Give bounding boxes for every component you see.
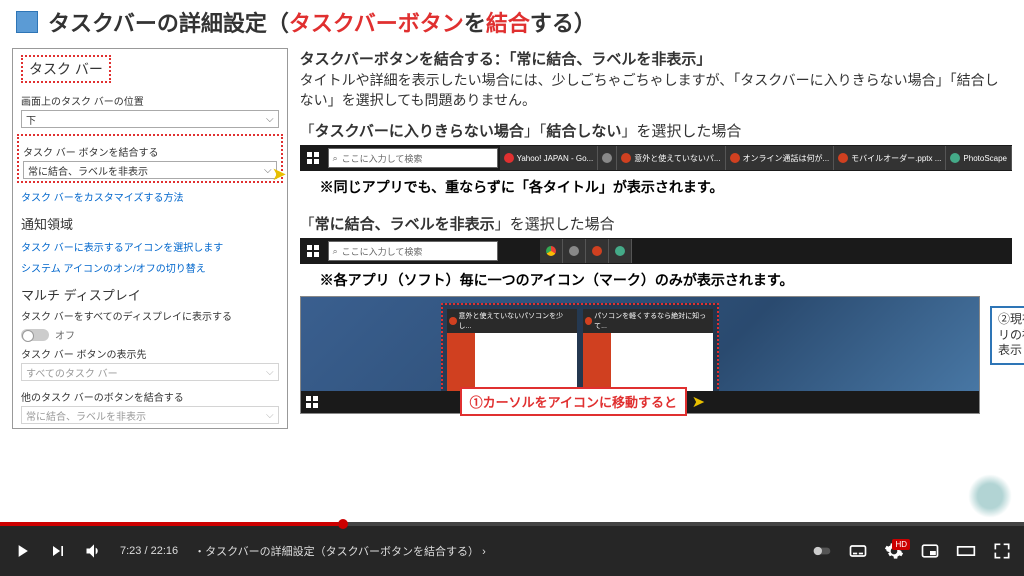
channel-watermark[interactable] bbox=[968, 474, 1012, 518]
header-bullet-icon bbox=[16, 11, 38, 33]
app-icon bbox=[504, 153, 514, 163]
app-icon bbox=[602, 153, 612, 163]
panel-title: タスク バー bbox=[29, 59, 103, 79]
next-button[interactable] bbox=[48, 541, 68, 561]
app-icon bbox=[569, 246, 579, 256]
miniplayer-button[interactable] bbox=[920, 541, 940, 561]
autoplay-toggle[interactable] bbox=[812, 541, 832, 561]
thumb-title: パソコンを軽くするなら絶対に知って... bbox=[583, 309, 713, 333]
taskbar-icon-only[interactable] bbox=[609, 239, 632, 263]
video-player-bar: 7:23 / 22:16 ・タスクバーの詳細設定（タスクバーボタンを結合する） … bbox=[0, 522, 1024, 576]
explanation-content: タスクバーボタンを結合する：「常に結合、ラベルを非表示」 タイトルや詳細を表示し… bbox=[300, 48, 1012, 429]
volume-button[interactable] bbox=[84, 541, 104, 561]
chapter-title[interactable]: ・タスクバーの詳細設定（タスクバーボタンを結合する） › bbox=[194, 543, 486, 559]
taskbar-item[interactable]: Yahoo! JAPAN - Go... bbox=[500, 146, 599, 170]
cursor-icon: ➤ bbox=[272, 164, 287, 185]
position-label: 画面上のタスク バーの位置 bbox=[21, 93, 279, 108]
taskbar-search[interactable]: ⌕ここに入力して検索 bbox=[328, 148, 498, 168]
play-button[interactable] bbox=[12, 541, 32, 561]
other-combine-label: 他のタスク バーのボタンを結合する bbox=[21, 389, 279, 404]
progress-bar[interactable] bbox=[0, 522, 1024, 526]
captions-button[interactable] bbox=[848, 541, 868, 561]
taskbar-item[interactable]: モバイルオーダー.pptx ... bbox=[834, 146, 946, 170]
slide-header: タスクバーの詳細設定（タスクバーボタンを結合する） bbox=[0, 0, 1024, 44]
search-icon: ⌕ bbox=[333, 246, 338, 257]
notif-icons-link[interactable]: タスク バーに表示するアイコンを選択します bbox=[21, 239, 279, 254]
other-combine-dropdown[interactable]: 常に結合、ラベルを非表示 bbox=[21, 406, 279, 424]
system-icons-link[interactable]: システム アイコンのオン/オフの切り替え bbox=[21, 260, 279, 275]
taskbar-example-combined: ⌕ここに入力して検索 bbox=[300, 238, 1012, 264]
display-pref-label: タスク バー ボタンの表示先 bbox=[21, 346, 279, 361]
combine-dropdown[interactable]: 常に結合、ラベルを非表示 bbox=[23, 161, 277, 179]
multi-toggle-row: オフ bbox=[21, 327, 279, 342]
start-button[interactable] bbox=[301, 391, 323, 413]
note-1: ※同じアプリでも、重ならずに「各タイトル」が表示されます。 bbox=[320, 177, 1012, 197]
taskbar-item[interactable]: 意外と使えていないパ... bbox=[617, 146, 725, 170]
theater-button[interactable] bbox=[956, 541, 976, 561]
panel-title-highlight: タスク バー bbox=[21, 55, 111, 83]
hover-preview-area: 意外と使えていないパソコンを少し... パソコンを軽くするなら絶対に知って...… bbox=[300, 296, 1012, 414]
app-icon bbox=[621, 153, 631, 163]
taskbar-icon-only[interactable] bbox=[563, 239, 586, 263]
content-description: タイトルや詳細を表示したい場合には、少しごちゃごちゃしますが、「タスクバーに入り… bbox=[300, 71, 1012, 110]
progress-fill bbox=[0, 522, 338, 526]
callout-step2: ②現在利用中のアプリの複数タイトルが表示 bbox=[990, 306, 1024, 365]
position-dropdown[interactable]: 下 bbox=[21, 110, 279, 128]
fullscreen-button[interactable] bbox=[992, 541, 1012, 561]
app-icon bbox=[838, 153, 848, 163]
case2-label: 「常に結合、ラベルを非表示」を選択した場合 bbox=[300, 213, 1012, 234]
window-thumbnail[interactable]: 意外と使えていないパソコンを少し... bbox=[447, 309, 577, 395]
chrome-icon bbox=[546, 246, 556, 256]
case1-label: 「タスクバーに入りきらない場合」「結合しない」を選択した場合 bbox=[300, 120, 1012, 141]
taskbar-icon-only[interactable] bbox=[540, 239, 563, 263]
multi-toggle[interactable] bbox=[21, 329, 49, 341]
brand-label: 🛡 スマホのコンシェルジュ bbox=[12, 503, 162, 520]
multi-display-heading: マルチ ディスプレイ bbox=[21, 285, 279, 304]
notification-heading: 通知領域 bbox=[21, 214, 279, 233]
display-pref-dropdown[interactable]: すべてのタスク バー bbox=[21, 363, 279, 381]
content-heading: タスクバーボタンを結合する：「常に結合、ラベルを非表示」 bbox=[300, 48, 1012, 69]
taskbar-search[interactable]: ⌕ここに入力して検索 bbox=[328, 241, 498, 261]
time-display: 7:23 / 22:16 bbox=[120, 545, 178, 557]
start-button[interactable] bbox=[300, 238, 326, 264]
chevron-right-icon: › bbox=[482, 546, 486, 558]
search-icon: ⌕ bbox=[333, 153, 338, 164]
app-icon bbox=[730, 153, 740, 163]
app-icon bbox=[592, 246, 602, 256]
taskbar-example-expanded: ⌕ここに入力して検索 Yahoo! JAPAN - Go... 意外と使えていな… bbox=[300, 145, 1012, 171]
shield-icon: 🛡 bbox=[12, 505, 27, 519]
combine-label: タスク バー ボタンを結合する bbox=[23, 144, 277, 159]
cursor-icon: ➤ bbox=[692, 392, 705, 412]
hd-badge: HD bbox=[892, 539, 910, 550]
toggle-state: オフ bbox=[55, 327, 75, 342]
taskbar-icon-only[interactable] bbox=[586, 239, 609, 263]
settings-button[interactable]: HD bbox=[884, 541, 904, 561]
taskbar-settings-panel: タスク バー 画面上のタスク バーの位置 下 タスク バー ボタンを結合する 常… bbox=[12, 48, 288, 429]
note-2: ※各アプリ（ソフト）毎に一つのアイコン（マーク）のみが表示されます。 bbox=[320, 270, 1012, 290]
app-icon bbox=[950, 153, 960, 163]
customize-link[interactable]: タスク バーをカスタマイズする方法 bbox=[21, 189, 279, 204]
slide-title: タスクバーの詳細設定（タスクバーボタンを結合する） bbox=[48, 6, 596, 38]
taskbar-item[interactable] bbox=[598, 146, 617, 170]
app-icon bbox=[615, 246, 625, 256]
combine-highlight-box: タスク バー ボタンを結合する 常に結合、ラベルを非表示 ➤ bbox=[17, 134, 283, 183]
taskbar-item[interactable]: オンライン通話は何が... bbox=[726, 146, 835, 170]
window-thumbnail[interactable]: パソコンを軽くするなら絶対に知って... bbox=[583, 309, 713, 395]
callout-step1: ①カーソルをアイコンに移動すると bbox=[460, 387, 687, 416]
taskbar-item[interactable]: PhotoScape bbox=[946, 146, 1012, 170]
progress-handle[interactable] bbox=[338, 519, 348, 529]
thumb-title: 意外と使えていないパソコンを少し... bbox=[447, 309, 577, 333]
multi-label: タスク バーをすべてのディスプレイに表示する bbox=[21, 308, 279, 323]
start-button[interactable] bbox=[300, 145, 326, 171]
